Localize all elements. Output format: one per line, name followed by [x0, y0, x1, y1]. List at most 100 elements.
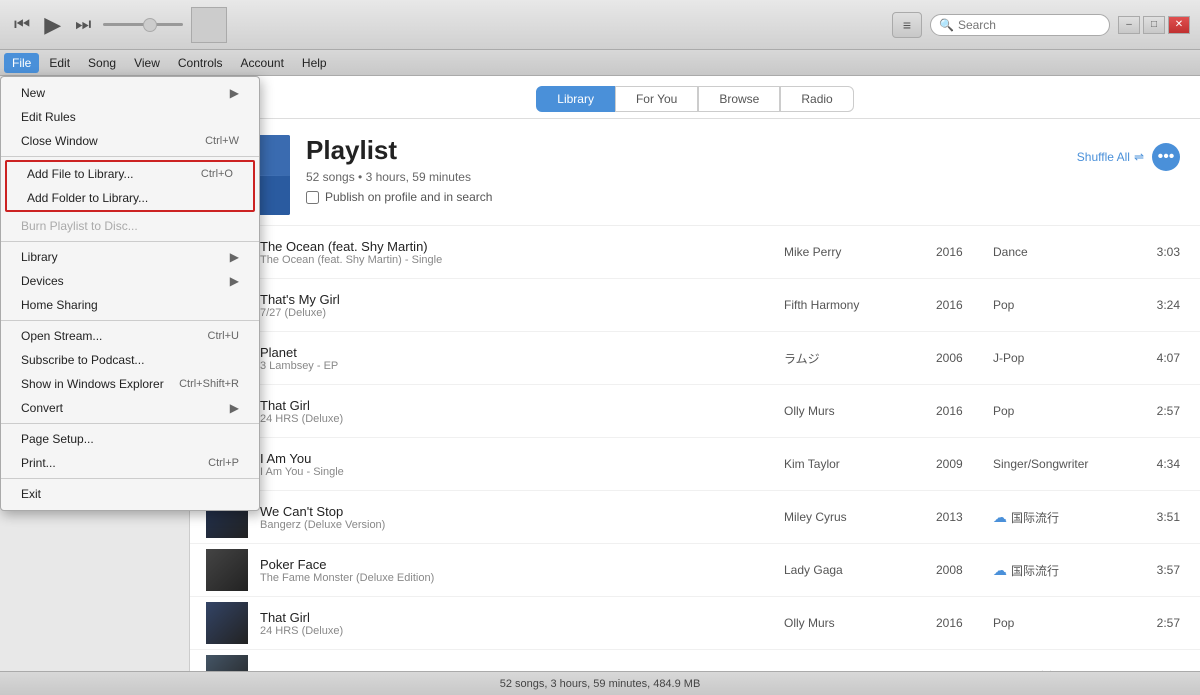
menu-account[interactable]: Account: [233, 53, 292, 73]
track-row[interactable]: That Girl 24 HRS (Deluxe) Olly Murs 2016…: [190, 597, 1200, 650]
menu-devices[interactable]: Devices ▶: [1, 269, 259, 293]
menu-close-window[interactable]: Close Window Ctrl+W: [1, 129, 259, 153]
tab-library[interactable]: Library: [536, 86, 615, 112]
track-genre-2: J-Pop: [993, 351, 1123, 365]
menu-convert[interactable]: Convert ▶: [1, 396, 259, 420]
maximize-button[interactable]: □: [1143, 16, 1165, 34]
next-button[interactable]: ⏭: [71, 12, 95, 37]
list-view-button[interactable]: ≡: [892, 12, 922, 38]
track-artist-7: Olly Murs: [784, 616, 924, 630]
menu-add-folder[interactable]: Add Folder to Library...: [7, 186, 253, 210]
track-year-7: 2016: [936, 616, 981, 630]
track-name-6: Poker Face: [260, 557, 772, 572]
track-row[interactable]: We Can't Stop Bangerz (Deluxe Version) M…: [190, 491, 1200, 544]
menu-add-file[interactable]: Add File to Library... Ctrl+O: [7, 162, 253, 186]
more-options-button[interactable]: •••: [1152, 143, 1180, 171]
playlist-info: Playlist 52 songs • 3 hours, 59 minutes …: [306, 135, 1061, 204]
track-artist-4: Kim Taylor: [784, 457, 924, 471]
menu-devices-label: Devices: [21, 274, 64, 288]
track-year-0: 2016: [936, 245, 981, 259]
menu-show-explorer[interactable]: Show in Windows Explorer Ctrl+Shift+R: [1, 372, 259, 396]
track-album-0: The Ocean (feat. Shy Martin) - Single: [260, 254, 772, 266]
menu-edit[interactable]: Edit: [41, 53, 78, 73]
track-album-4: I Am You - Single: [260, 466, 772, 478]
search-input[interactable]: [958, 18, 1098, 32]
track-art-8: [206, 655, 248, 671]
track-album-6: The Fame Monster (Deluxe Edition): [260, 572, 772, 584]
track-duration-4: 4:34: [1135, 457, 1180, 471]
tab-for-you[interactable]: For You: [615, 86, 698, 112]
menu-devices-arrow: ▶: [230, 274, 239, 288]
menu-page-setup[interactable]: Page Setup...: [1, 427, 259, 451]
menu-library-label: Library: [21, 250, 58, 264]
minimize-button[interactable]: –: [1118, 16, 1140, 34]
track-artist-3: Olly Murs: [784, 404, 924, 418]
menu-view[interactable]: View: [126, 53, 168, 73]
status-text: 52 songs, 3 hours, 59 minutes, 484.9 MB: [500, 678, 701, 690]
track-genre-6: ☁国际流行: [993, 562, 1123, 579]
menu-controls[interactable]: Controls: [170, 53, 231, 73]
tab-bar: Library For You Browse Radio: [190, 76, 1200, 119]
track-info-6: Poker Face The Fame Monster (Deluxe Edit…: [260, 557, 772, 584]
track-info-1: That's My Girl 7/27 (Deluxe): [260, 292, 772, 319]
menu-open-stream-shortcut: Ctrl+U: [208, 330, 239, 342]
menu-print-label: Print...: [21, 456, 56, 470]
track-row[interactable]: Planet 3 Lambsey - EP ラムジ 2006 J-Pop 4:0…: [190, 332, 1200, 385]
menu-add-file-shortcut: Ctrl+O: [201, 168, 233, 180]
menu-home-sharing[interactable]: Home Sharing: [1, 293, 259, 317]
close-button[interactable]: ✕: [1168, 16, 1190, 34]
track-duration-3: 2:57: [1135, 404, 1180, 418]
play-button[interactable]: ▶: [40, 10, 65, 40]
menu-burn[interactable]: Burn Playlist to Disc...: [1, 214, 259, 238]
track-duration-5: 3:51: [1135, 510, 1180, 524]
track-list: The Ocean (feat. Shy Martin) The Ocean (…: [190, 226, 1200, 671]
volume-slider[interactable]: [103, 23, 183, 26]
track-artist-5: Miley Cyrus: [784, 510, 924, 524]
menu-file[interactable]: File: [4, 53, 39, 73]
menu-print-shortcut: Ctrl+P: [208, 457, 239, 469]
playlist-action-area: Shuffle All ⇌ •••: [1077, 143, 1180, 171]
transport-controls: ⏮ ▶ ⏭: [10, 10, 95, 40]
track-row[interactable]: That Girl 24 HRS (Deluxe) Olly Murs 2016…: [190, 385, 1200, 438]
menu-song[interactable]: Song: [80, 53, 124, 73]
menu-burn-label: Burn Playlist to Disc...: [21, 219, 138, 233]
menu-show-explorer-shortcut: Ctrl+Shift+R: [179, 378, 239, 390]
tab-browse[interactable]: Browse: [698, 86, 780, 112]
menu-subscribe-podcast[interactable]: Subscribe to Podcast...: [1, 348, 259, 372]
track-row[interactable]: That's My Girl 7/27 (Deluxe) Fifth Harmo…: [190, 279, 1200, 332]
shuffle-button[interactable]: Shuffle All ⇌: [1077, 150, 1144, 164]
cloud-icon-5: ☁: [993, 509, 1007, 525]
shuffle-icon: ⇌: [1134, 150, 1144, 164]
track-genre-0: Dance: [993, 245, 1123, 259]
playlist-header: Playlist 52 songs • 3 hours, 59 minutes …: [190, 119, 1200, 226]
menu-exit[interactable]: Exit: [1, 482, 259, 506]
menu-page-setup-label: Page Setup...: [21, 432, 94, 446]
playlist-publish: Publish on profile and in search: [306, 190, 1061, 204]
menu-edit-rules-label: Edit Rules: [21, 110, 76, 124]
toolbar: ⏮ ▶ ⏭ ≡ 🔍 – □ ✕: [0, 0, 1200, 50]
track-row[interactable]: I Am You I Am You - Single Kim Taylor 20…: [190, 438, 1200, 491]
menu-edit-rules[interactable]: Edit Rules: [1, 105, 259, 129]
track-name-1: That's My Girl: [260, 292, 772, 307]
track-year-1: 2016: [936, 298, 981, 312]
track-row[interactable]: Love You More Olly Murs 2016 ☁国际流行 3:0?: [190, 650, 1200, 671]
search-box: 🔍: [930, 14, 1110, 36]
menu-help[interactable]: Help: [294, 53, 335, 73]
prev-button[interactable]: ⏮: [10, 12, 34, 37]
menu-open-stream[interactable]: Open Stream... Ctrl+U: [1, 324, 259, 348]
menu-new[interactable]: New ▶: [1, 81, 259, 105]
tab-radio[interactable]: Radio: [780, 86, 853, 112]
track-duration-7: 2:57: [1135, 616, 1180, 630]
menu-library[interactable]: Library ▶: [1, 245, 259, 269]
content-area: Library For You Browse Radio Playlist 52…: [190, 76, 1200, 671]
track-row[interactable]: Poker Face The Fame Monster (Deluxe Edit…: [190, 544, 1200, 597]
menu-open-stream-label: Open Stream...: [21, 329, 102, 343]
track-duration-6: 3:57: [1135, 563, 1180, 577]
menu-print[interactable]: Print... Ctrl+P: [1, 451, 259, 475]
menu-convert-arrow: ▶: [230, 401, 239, 415]
publish-checkbox[interactable]: [306, 191, 319, 204]
track-art-7: [206, 602, 248, 644]
now-playing-art: [191, 7, 227, 43]
track-row[interactable]: The Ocean (feat. Shy Martin) The Ocean (…: [190, 226, 1200, 279]
track-year-2: 2006: [936, 351, 981, 365]
